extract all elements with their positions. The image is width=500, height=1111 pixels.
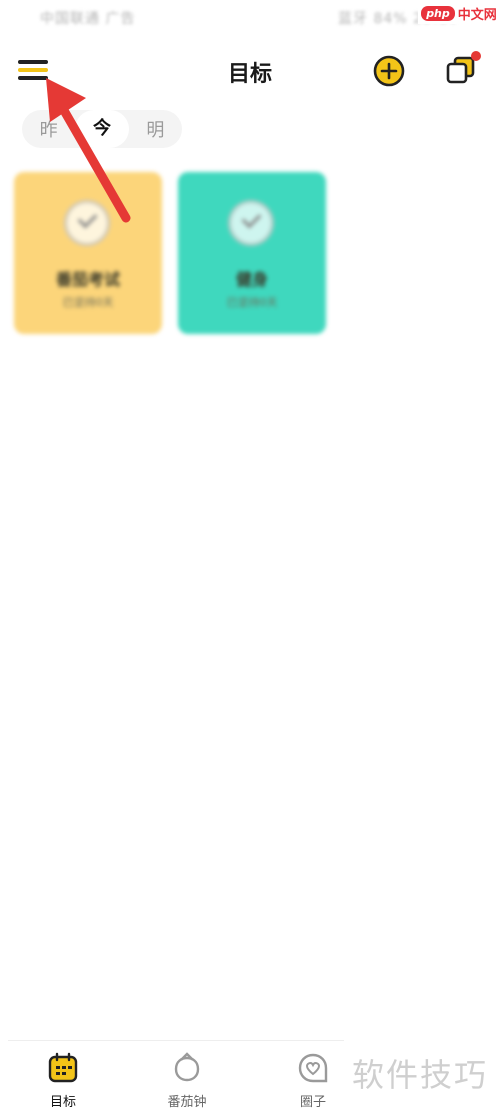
status-left-text: 中国联通 广告 — [40, 11, 136, 27]
notification-dot-icon — [471, 51, 481, 61]
watermark-badge: php — [421, 5, 455, 21]
nav-label: 番茄钟 — [167, 1095, 207, 1110]
stacked-cards-icon[interactable] — [442, 50, 482, 90]
goal-card-subtitle: 已坚持0天 — [62, 296, 114, 309]
goal-card-title: 番茄考试 — [55, 270, 120, 289]
status-bar: 中国联通 广告 蓝牙 84% 23:10 php 中文网 — [0, 0, 500, 36]
bottom-nav: 目标 番茄钟 圈子 — [8, 1040, 344, 1111]
plus-circle-icon[interactable] — [372, 54, 406, 88]
nav-item-circle[interactable]: 圈子 — [268, 1051, 358, 1110]
heart-chat-icon — [298, 1053, 328, 1083]
nav-label: 目标 — [49, 1095, 76, 1110]
watermark-site: 中文网 — [457, 7, 497, 23]
red-arrow-annotation-icon — [46, 78, 131, 223]
watermark-bottom: 软件技巧 — [352, 1056, 489, 1094]
goal-card-title: 健身 — [235, 270, 268, 289]
goal-card[interactable]: 健身 已坚持0天 — [178, 172, 326, 334]
calendar-icon — [48, 1052, 78, 1083]
tomato-timer-icon — [174, 1052, 200, 1082]
goal-card-subtitle: 已坚持0天 — [226, 296, 278, 309]
nav-label: 圈子 — [299, 1095, 326, 1110]
watermark-top: php 中文网 — [418, 2, 500, 24]
nav-item-goals[interactable]: 目标 — [18, 1051, 108, 1110]
check-circle-icon[interactable] — [228, 200, 274, 246]
nav-item-tomato-timer[interactable]: 番茄钟 — [142, 1051, 232, 1110]
